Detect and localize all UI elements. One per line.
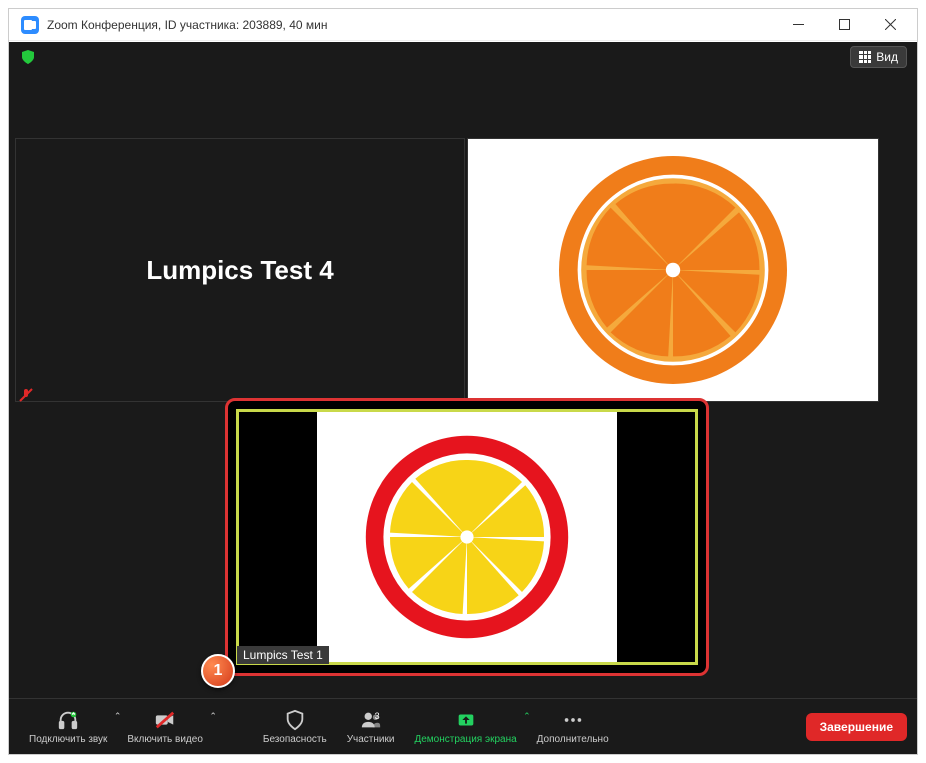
participant-3-video xyxy=(317,412,618,662)
participant-tile-2[interactable] xyxy=(467,138,879,402)
lemon-slice-avatar xyxy=(357,427,577,647)
close-button[interactable] xyxy=(867,10,913,40)
meeting-controls-bar: Подключить звук ⌃ Включить видео ⌃ Безоп… xyxy=(9,698,917,754)
more-button[interactable]: Дополнительно xyxy=(527,705,619,749)
maximize-button[interactable] xyxy=(821,10,867,40)
shield-icon xyxy=(284,709,306,731)
app-topbar: Вид xyxy=(9,42,917,72)
orange-slice-avatar xyxy=(553,150,793,390)
titlebar: Zoom Конференция, ID участника: 203889, … xyxy=(9,9,917,41)
highlighted-tile-frame: Lumpics Test 1 xyxy=(225,398,709,676)
zoom-app-icon xyxy=(21,16,39,34)
view-label: Вид xyxy=(876,50,898,64)
participant-tile-1[interactable]: Lumpics Test 4 xyxy=(15,138,465,402)
end-label: Завершение xyxy=(820,720,893,734)
participants-button[interactable]: 3 Участники xyxy=(337,705,405,749)
view-mode-button[interactable]: Вид xyxy=(850,46,907,68)
participants-label: Участники xyxy=(347,734,395,745)
security-label: Безопасность xyxy=(263,734,327,745)
participant-tile-3[interactable]: Lumpics Test 1 xyxy=(236,409,698,665)
video-off-icon xyxy=(154,709,176,731)
window-controls xyxy=(775,10,913,40)
participants-icon: 3 xyxy=(360,709,382,731)
participant-3-nameplate: Lumpics Test 1 xyxy=(237,646,329,664)
mic-muted-icon xyxy=(18,387,34,403)
window-title: Zoom Конференция, ID участника: 203889, … xyxy=(47,18,775,32)
grid-icon xyxy=(859,51,871,63)
participant-name-large: Lumpics Test 4 xyxy=(146,255,333,286)
more-label: Дополнительно xyxy=(537,734,609,745)
more-icon xyxy=(562,709,584,731)
share-screen-icon xyxy=(455,709,477,731)
start-video-button[interactable]: Включить видео ⌃ xyxy=(117,705,213,749)
annotation-badge-1: 1 xyxy=(201,654,235,688)
app-window: Zoom Конференция, ID участника: 203889, … xyxy=(8,8,918,755)
badge-number: 1 xyxy=(214,662,223,680)
encryption-shield-icon[interactable] xyxy=(19,48,37,66)
video-label: Включить видео xyxy=(127,734,203,745)
audio-label: Подключить звук xyxy=(29,734,107,745)
join-audio-button[interactable]: Подключить звук ⌃ xyxy=(19,705,117,749)
share-screen-button[interactable]: Демонстрация экрана ⌃ xyxy=(404,705,526,749)
video-grid: Lumpics Test 4 xyxy=(9,72,917,698)
zoom-app-area: Вид Lumpics Test 4 xyxy=(9,42,917,754)
end-meeting-button[interactable]: Завершение xyxy=(806,713,907,741)
share-label: Демонстрация экрана xyxy=(414,734,516,745)
chevron-up-icon[interactable]: ⌃ xyxy=(209,711,217,722)
participants-count: 3 xyxy=(375,711,380,721)
security-button[interactable]: Безопасность xyxy=(253,705,337,749)
minimize-button[interactable] xyxy=(775,10,821,40)
headphones-icon xyxy=(57,709,79,731)
